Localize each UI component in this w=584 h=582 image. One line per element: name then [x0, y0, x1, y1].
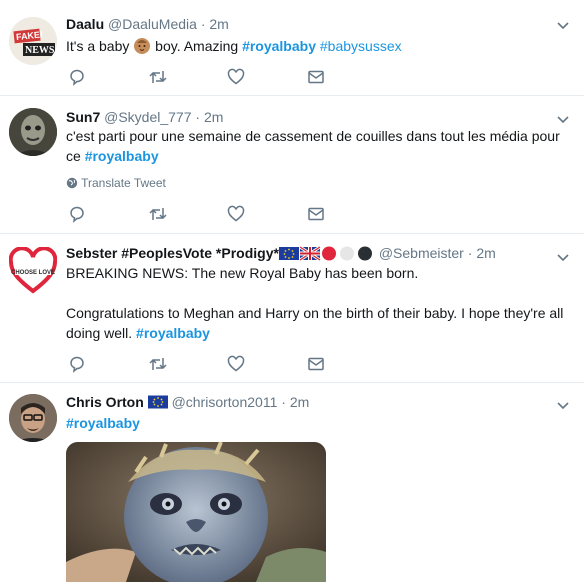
avatar[interactable] [9, 394, 57, 442]
like-icon[interactable] [227, 355, 247, 373]
avatar[interactable] [9, 108, 57, 156]
hashtag-link[interactable]: #royalbaby [66, 415, 140, 431]
hashtag-link[interactable]: #royalbaby [85, 148, 159, 164]
globe-icon [66, 177, 78, 193]
direct-message-icon[interactable] [307, 205, 327, 223]
tweet-text-line: BREAKING NEWS: The new Royal Baby has be… [66, 265, 419, 281]
display-name[interactable]: Sun7 [66, 109, 100, 125]
translate-tweet-link[interactable]: Translate Tweet [66, 175, 166, 193]
tweet[interactable]: CHOOSE LOVE Sebster #PeoplesVote *Prodig… [0, 233, 584, 383]
separator: · [467, 245, 473, 261]
tweet-text: #royalbaby [66, 413, 572, 433]
separator: · [281, 394, 286, 410]
tweet-actions [66, 205, 346, 223]
hashtag-link[interactable]: #babysussex [320, 38, 402, 54]
timestamp[interactable]: 2m [290, 394, 309, 410]
chevron-down-icon[interactable] [556, 398, 570, 412]
retweet-icon[interactable] [148, 205, 168, 223]
tweet-text: Congratulations to Meghan and Harry on t… [66, 305, 564, 341]
display-name[interactable]: Sebster #PeoplesVote *Prodigy* [66, 245, 279, 261]
handle[interactable]: @Sebmeister [379, 245, 464, 261]
retweet-icon[interactable] [148, 68, 168, 86]
reply-icon[interactable] [68, 68, 88, 86]
eu-flag-icon [147, 395, 168, 413]
tweet-header: Sebster #PeoplesVote *Prodigy* @Sebmeist… [66, 244, 496, 265]
display-name[interactable]: Daalu [66, 16, 104, 32]
separator: · [195, 109, 201, 125]
tweet-actions [66, 355, 346, 373]
avatar[interactable]: FAKE! NEWS [9, 17, 57, 65]
tweet-header: Chris Orton @chrisorton2011 · 2m [66, 393, 309, 413]
timestamp[interactable]: 2m [476, 245, 495, 261]
tweet[interactable]: Chris Orton @chrisorton2011 · 2m #royalb… [0, 382, 584, 582]
handle[interactable]: @Skydel_777 [104, 109, 191, 125]
timestamp[interactable]: 2m [204, 109, 223, 125]
baby-emoji-icon [133, 37, 151, 55]
reply-icon[interactable] [68, 205, 88, 223]
chevron-down-icon[interactable] [556, 112, 570, 126]
direct-message-icon[interactable] [307, 68, 327, 86]
tweet-actions [66, 68, 346, 86]
tweet-header: Sun7 @Skydel_777 · 2m [66, 108, 223, 126]
handle[interactable]: @chrisorton2011 [172, 394, 278, 410]
separator: · [200, 16, 206, 32]
svg-text:NEWS: NEWS [25, 45, 55, 56]
retweet-icon[interactable] [148, 355, 168, 373]
tweet-header: Daalu @DaaluMedia · 2m [66, 15, 229, 33]
like-icon[interactable] [227, 68, 247, 86]
chevron-down-icon[interactable] [556, 250, 570, 264]
tweet[interactable]: FAKE! NEWS Daalu @DaaluMedia · 2m It's a… [0, 0, 584, 96]
tweet-media-image[interactable] [66, 442, 326, 582]
avatar[interactable]: CHOOSE LOVE [9, 247, 57, 295]
direct-message-icon[interactable] [307, 355, 327, 373]
tweet-text: It's a baby boy. Amazing #royalbaby #bab… [66, 37, 402, 55]
reply-icon[interactable] [68, 355, 88, 373]
chevron-down-icon[interactable] [556, 18, 570, 32]
timestamp[interactable]: 2m [209, 16, 228, 32]
hashtag-link[interactable]: #royalbaby [242, 38, 316, 54]
like-icon[interactable] [227, 205, 247, 223]
display-name[interactable]: Chris Orton [66, 394, 144, 410]
handle[interactable]: @DaaluMedia [108, 16, 197, 32]
hashtag-link[interactable]: #royalbaby [136, 325, 210, 341]
flag-icons [278, 245, 375, 265]
tweet[interactable]: Sun7 @Skydel_777 · 2m c'est parti pour u… [0, 95, 584, 234]
tweet-text: c'est parti pour une semaine de cassemen… [66, 128, 560, 164]
svg-text:CHOOSE LOVE: CHOOSE LOVE [11, 270, 55, 276]
